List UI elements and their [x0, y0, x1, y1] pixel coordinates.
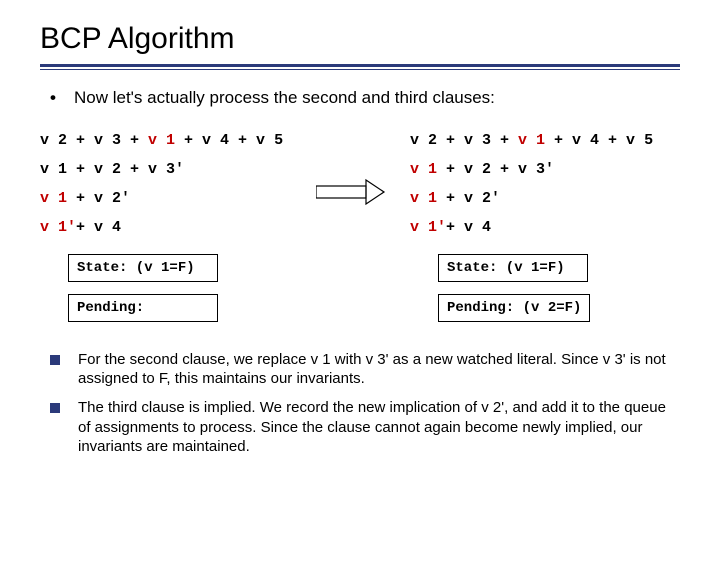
clause-1-c: + v 4 + v 5: [175, 132, 283, 149]
clause-4-red: v 1': [410, 219, 446, 236]
bullet-dot: •: [50, 88, 74, 108]
clause-3-red: v 1: [410, 190, 437, 207]
square-bullet-icon: [50, 355, 60, 365]
footer-notes: For the second clause, we replace v 1 wi…: [50, 350, 680, 456]
left-column: v 2 + v 3 + v 1 + v 4 + v 5 v 1 + v 2 + …: [40, 132, 340, 328]
clause-1-a: v 2 + v 3 +: [40, 132, 148, 149]
clause-2-a: v 1 + v 2 + v 3': [40, 161, 184, 178]
clause-2-b: + v 2 + v 3': [437, 161, 554, 178]
square-bullet-icon: [50, 403, 60, 413]
footer-text-1: For the second clause, we replace v 1 wi…: [78, 350, 680, 388]
pending-box-right: Pending: (v 2=F): [438, 294, 590, 322]
clause-3: v 1 + v 2': [410, 190, 710, 207]
clause-4-b: + v 4: [446, 219, 491, 236]
clause-2: v 1 + v 2 + v 3': [40, 161, 340, 178]
clause-1-red: v 1: [518, 132, 545, 149]
clause-1: v 2 + v 3 + v 1 + v 4 + v 5: [410, 132, 710, 149]
clause-1-c: + v 4 + v 5: [545, 132, 653, 149]
intro-row: • Now let's actually process the second …: [50, 88, 720, 108]
title-underline: [40, 64, 680, 70]
state-box-right: State: (v 1=F): [438, 254, 588, 282]
arrow-icon: [316, 178, 386, 211]
footer-row-1: For the second clause, we replace v 1 wi…: [50, 350, 680, 388]
clause-4: v 1'+ v 4: [40, 219, 340, 236]
clause-1-a: v 2 + v 3 +: [410, 132, 518, 149]
state-box-left: State: (v 1=F): [68, 254, 218, 282]
clause-4: v 1'+ v 4: [410, 219, 710, 236]
clause-3-b: + v 2': [437, 190, 500, 207]
right-column: v 2 + v 3 + v 1 + v 4 + v 5 v 1 + v 2 + …: [410, 132, 710, 328]
clause-2: v 1 + v 2 + v 3': [410, 161, 710, 178]
clause-1: v 2 + v 3 + v 1 + v 4 + v 5: [40, 132, 340, 149]
clause-2-red: v 1: [410, 161, 437, 178]
clause-1-red: v 1: [148, 132, 175, 149]
footer-text-2: The third clause is implied. We record t…: [78, 398, 680, 456]
clause-4-red: v 1': [40, 219, 76, 236]
clause-3-b: + v 2': [67, 190, 130, 207]
clause-3: v 1 + v 2': [40, 190, 340, 207]
intro-text: Now let's actually process the second an…: [74, 88, 495, 108]
footer-row-2: The third clause is implied. We record t…: [50, 398, 680, 456]
slide-title: BCP Algorithm: [40, 22, 720, 56]
pending-box-left: Pending:: [68, 294, 218, 322]
clause-3-red: v 1: [40, 190, 67, 207]
columns: v 2 + v 3 + v 1 + v 4 + v 5 v 1 + v 2 + …: [0, 132, 720, 328]
clause-4-b: + v 4: [76, 219, 121, 236]
